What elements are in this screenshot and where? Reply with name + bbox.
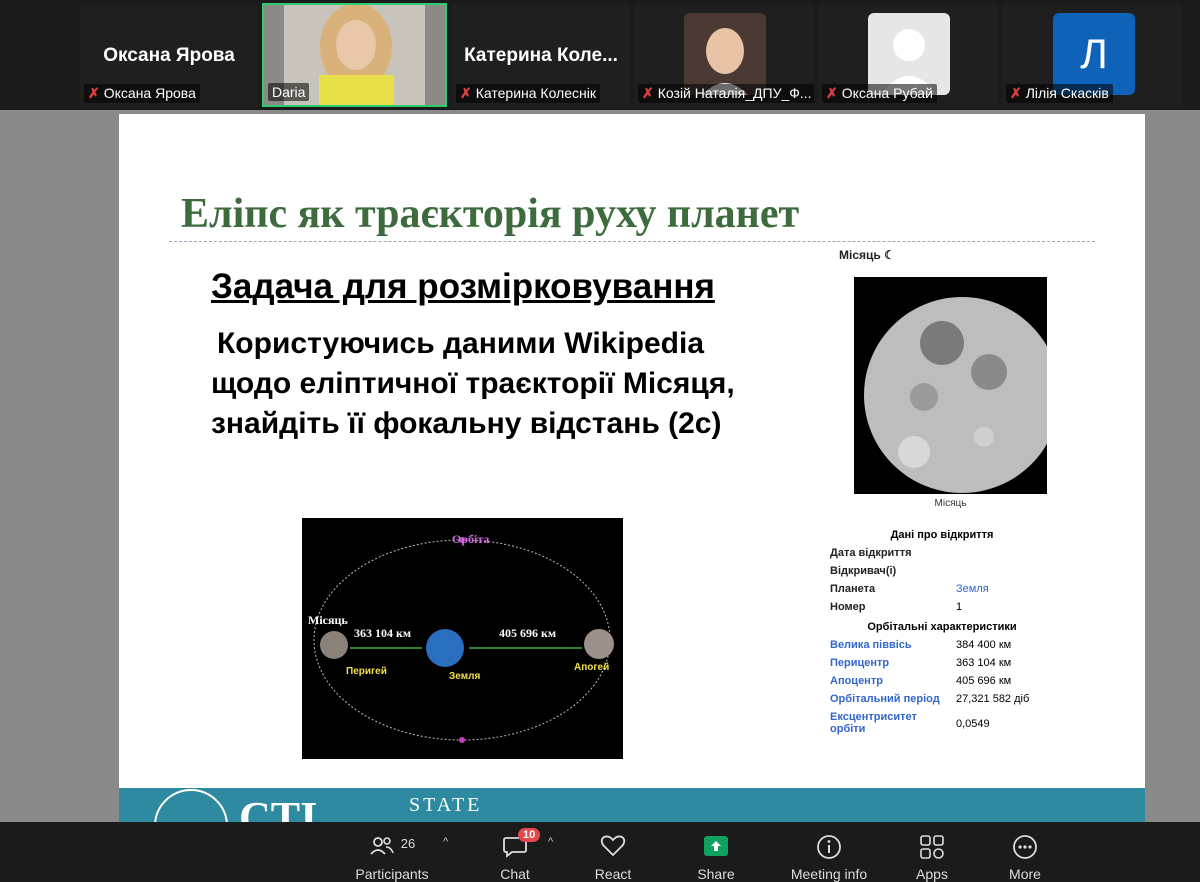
more-icon — [1013, 835, 1037, 859]
title-divider — [169, 241, 1095, 242]
table-row: Дата відкриття — [830, 547, 912, 559]
mic-muted-icon: ✗ — [826, 85, 838, 101]
chat-button[interactable]: 10 Chat — [470, 822, 560, 882]
moon-label: Місяць — [308, 613, 348, 627]
share-screen-icon — [704, 836, 728, 856]
presentation-slide: Еліпс як траєкторія руху планет Задача д… — [119, 114, 1145, 822]
participant-big-name: Катерина Коле... — [464, 45, 618, 66]
section-orbital: Орбітальні характеристики — [867, 621, 1017, 633]
task-line: Користуючись даними Wikipedia — [217, 327, 705, 360]
earth-label: Земля — [449, 671, 481, 682]
apps-icon — [920, 835, 944, 859]
heart-icon — [600, 835, 626, 857]
orbit-diagram — [313, 537, 614, 743]
participant-tile-oksana-rubay[interactable]: ✗ Оксана Рубай — [818, 3, 998, 107]
participants-icon — [370, 837, 394, 855]
apps-button[interactable]: Apps — [887, 822, 977, 882]
participant-strip: Оксана Ярова ✗ Оксана Ярова Daria Катерин… — [0, 0, 1200, 110]
infobox-title: Місяць ☾ — [839, 248, 895, 262]
participants-count: 26 — [400, 836, 416, 851]
orbit-label: Орбіта — [452, 532, 490, 546]
info-icon — [817, 835, 841, 859]
react-button[interactable]: React — [568, 822, 658, 882]
footer-state-text: STATE — [409, 794, 483, 816]
perigee-label: Перигей — [346, 666, 387, 677]
share-button[interactable]: Share — [671, 822, 761, 882]
footer-logo-text: СТІ — [239, 793, 318, 822]
task-text: Користуючись даними Wikipedia щодо еліпт… — [211, 324, 735, 444]
photo-caption: Місяць — [934, 498, 967, 509]
meeting-toolbar: 26 Participants ^ 10 Chat ^ React Share — [0, 822, 1200, 882]
task-line: знайдіть її фокальну відстань (2с) — [211, 407, 722, 440]
apogee-label: Апогей — [574, 662, 610, 673]
seal-icon — [154, 789, 228, 822]
task-line: щодо еліптичної траєкторії Місяця, — [211, 367, 735, 400]
table-row: Номер 1 — [830, 601, 963, 613]
perigee-distance: 363 104 км — [354, 626, 412, 640]
mic-muted-icon: ✗ — [460, 85, 472, 101]
infobox-table: Дані про відкриття Дата відкриття Відкри… — [827, 524, 1057, 738]
participant-name-tag: ✗ Оксана Ярова — [84, 84, 200, 103]
mic-muted-icon: ✗ — [1010, 85, 1022, 101]
participants-button[interactable]: 26 Participants — [342, 822, 442, 882]
participant-tile-kateryna[interactable]: Катерина Коле... ✗ Катерина Колеснік — [452, 3, 630, 107]
slide-title: Еліпс як траєкторія руху планет — [181, 191, 800, 237]
task-heading: Задача для розмірковування — [211, 267, 715, 306]
more-button[interactable]: More — [980, 822, 1070, 882]
table-row: Ексцентриситет орбіти 0,0549 — [830, 711, 990, 735]
table-row: Планета Земля — [830, 583, 989, 595]
meeting-info-button[interactable]: Meeting info — [778, 822, 880, 882]
avatar — [868, 13, 950, 95]
participant-tile-koziy[interactable]: ✗ Козій Наталія_ДПУ_Ф... — [634, 3, 814, 107]
participant-tile-daria[interactable]: Daria — [262, 3, 447, 107]
table-row: Орбітальний період 27,321 582 діб — [830, 693, 1030, 705]
avatar — [684, 13, 766, 95]
slide-footer: СТІ STATE — [119, 788, 1145, 822]
apogee-distance: 405 696 км — [499, 626, 557, 640]
table-row: Апоцентр 405 696 км — [830, 675, 1012, 687]
table-row: Відкривач(і) — [830, 565, 897, 577]
avatar: Л — [1053, 13, 1135, 95]
moon-orbit-figure: Орбіта Місяць 363 104 км 405 696 км Пери… — [302, 518, 623, 759]
chevron-up-icon[interactable]: ^ — [548, 836, 553, 848]
moon-photo — [854, 277, 1060, 494]
participant-name-tag: ✗ Козій Наталія_ДПУ_Ф... — [638, 84, 814, 103]
participant-big-name: Оксана Ярова — [103, 45, 235, 66]
chevron-up-icon[interactable]: ^ — [443, 836, 448, 848]
mic-muted-icon: ✗ — [88, 85, 100, 101]
wikipedia-infobox: Місяць ☾ — [819, 244, 1059, 262]
chat-badge: 10 — [518, 828, 541, 842]
participant-name-tag: Daria — [268, 83, 310, 101]
participant-tile-liliya[interactable]: Л ✗ Лілія Скасків — [1002, 3, 1182, 107]
mic-muted-icon: ✗ — [642, 85, 654, 101]
participant-name-tag: ✗ Лілія Скасків — [1006, 84, 1113, 103]
participant-tile-oksana-yarova[interactable]: Оксана Ярова ✗ Оксана Ярова — [80, 3, 258, 107]
participant-name-tag: ✗ Катерина Колеснік — [456, 84, 600, 103]
section-discovery: Дані про відкриття — [890, 529, 994, 541]
table-row: Велика піввісь 384 400 км — [830, 639, 1012, 651]
table-row: Перицентр 363 104 км — [830, 657, 1012, 669]
participant-name-tag: ✗ Оксана Рубай — [822, 84, 937, 103]
